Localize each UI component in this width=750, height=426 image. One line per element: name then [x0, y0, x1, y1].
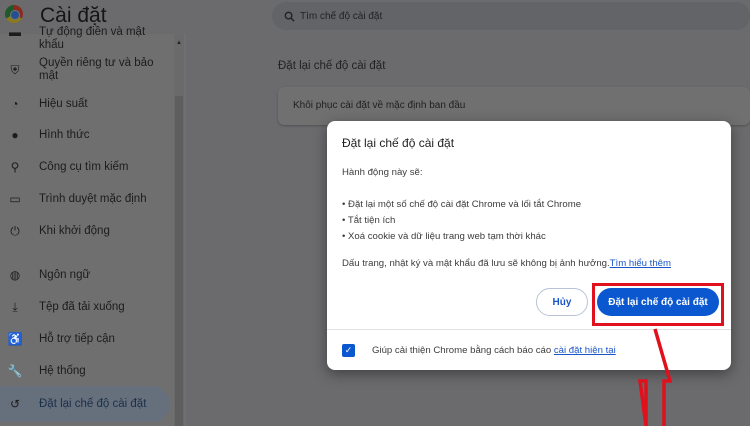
power-icon: ⏻: [10, 223, 20, 238]
sidebar-item-autofill[interactable]: ▬ Tự động điền và mật khẩu: [0, 20, 170, 51]
report-settings-option: ✓ Giúp cải thiện Chrome bằng cách báo cá…: [342, 344, 616, 357]
annotation-highlight-box: [592, 283, 724, 326]
browser-icon: ▭: [9, 192, 21, 206]
learn-more-link[interactable]: Tìm hiểu thêm: [610, 258, 671, 269]
dialog-intro: Hành động này sẽ:: [342, 167, 423, 178]
restore-defaults-row[interactable]: Khôi phục cài đặt về mặc định ban đầu: [278, 87, 750, 125]
download-icon: ⤓: [12, 299, 18, 314]
sidebar-scrollbar[interactable]: ▲: [174, 34, 184, 426]
cancel-button[interactable]: Hủy: [536, 288, 588, 316]
search-icon: [284, 11, 295, 22]
scrollbar-thumb[interactable]: [175, 96, 183, 426]
list-item: • Đặt lại một số chế độ cài đặt Chrome v…: [342, 199, 582, 210]
wrench-icon: 🔧: [7, 364, 23, 378]
speedometer-icon: ◔: [11, 97, 19, 111]
scroll-up-icon[interactable]: ▲: [176, 40, 182, 46]
dialog-note: Dấu trang, nhật ký và mật khẩu đã lưu sẽ…: [342, 258, 671, 269]
dialog-body: Hành động này sẽ: • Đặt lại một số chế đ…: [342, 165, 581, 245]
sidebar-item-privacy[interactable]: ⛨ Quyền riêng tư và bảo mật: [0, 52, 170, 88]
effects-list: • Đặt lại một số chế độ cài đặt Chrome v…: [342, 197, 581, 245]
list-item: • Tắt tiện ích: [342, 215, 396, 226]
sidebar-item-search-engine[interactable]: ⚲ Công cụ tìm kiếm: [0, 149, 170, 185]
sidebar-item-languages[interactable]: ◍ Ngôn ngữ: [0, 257, 170, 293]
accessibility-icon: ♿: [7, 332, 23, 346]
dialog-title: Đặt lại chế độ cài đặt: [342, 136, 455, 150]
search-input[interactable]: Tìm chế độ cài đặt: [272, 2, 750, 30]
sidebar-item-appearance[interactable]: ● Hình thức: [0, 117, 170, 153]
note-text: Dấu trang, nhật ký và mật khẩu đã lưu sẽ…: [342, 258, 610, 269]
restore-defaults-label: Khôi phục cài đặt về mặc định ban đầu: [293, 100, 466, 111]
autofill-icon: ▬: [9, 25, 21, 39]
report-checkbox[interactable]: ✓: [342, 344, 355, 357]
search-placeholder: Tìm chế độ cài đặt: [300, 10, 383, 22]
search-icon: ⚲: [10, 160, 20, 174]
footer-text: Giúp cải thiện Chrome bằng cách báo cáo: [372, 345, 552, 356]
sidebar-item-reset-settings[interactable]: ↺ Đặt lại chế độ cài đặt: [0, 386, 170, 422]
history-icon: ↺: [9, 397, 21, 411]
globe-icon: ◍: [9, 268, 21, 282]
sidebar-item-default-browser[interactable]: ▭ Trình duyệt mặc định: [0, 181, 170, 217]
sidebar-item-system[interactable]: 🔧 Hệ thống: [0, 353, 170, 389]
list-item: • Xoá cookie và dữ liệu trang web tạm th…: [342, 231, 546, 242]
sidebar-item-downloads[interactable]: ⤓ Tệp đã tải xuống: [0, 289, 170, 325]
sidebar-item-accessibility[interactable]: ♿ Hỗ trợ tiếp cận: [0, 321, 170, 357]
current-settings-link[interactable]: cài đặt hiện tại: [554, 345, 616, 356]
shield-icon: ⛨: [10, 62, 20, 77]
annotation-arrow-icon: [638, 328, 673, 426]
palette-icon: ●: [11, 128, 19, 142]
sidebar-item-on-startup[interactable]: ⏻ Khi khởi động: [0, 213, 170, 249]
section-heading: Đặt lại chế độ cài đặt: [278, 60, 386, 72]
